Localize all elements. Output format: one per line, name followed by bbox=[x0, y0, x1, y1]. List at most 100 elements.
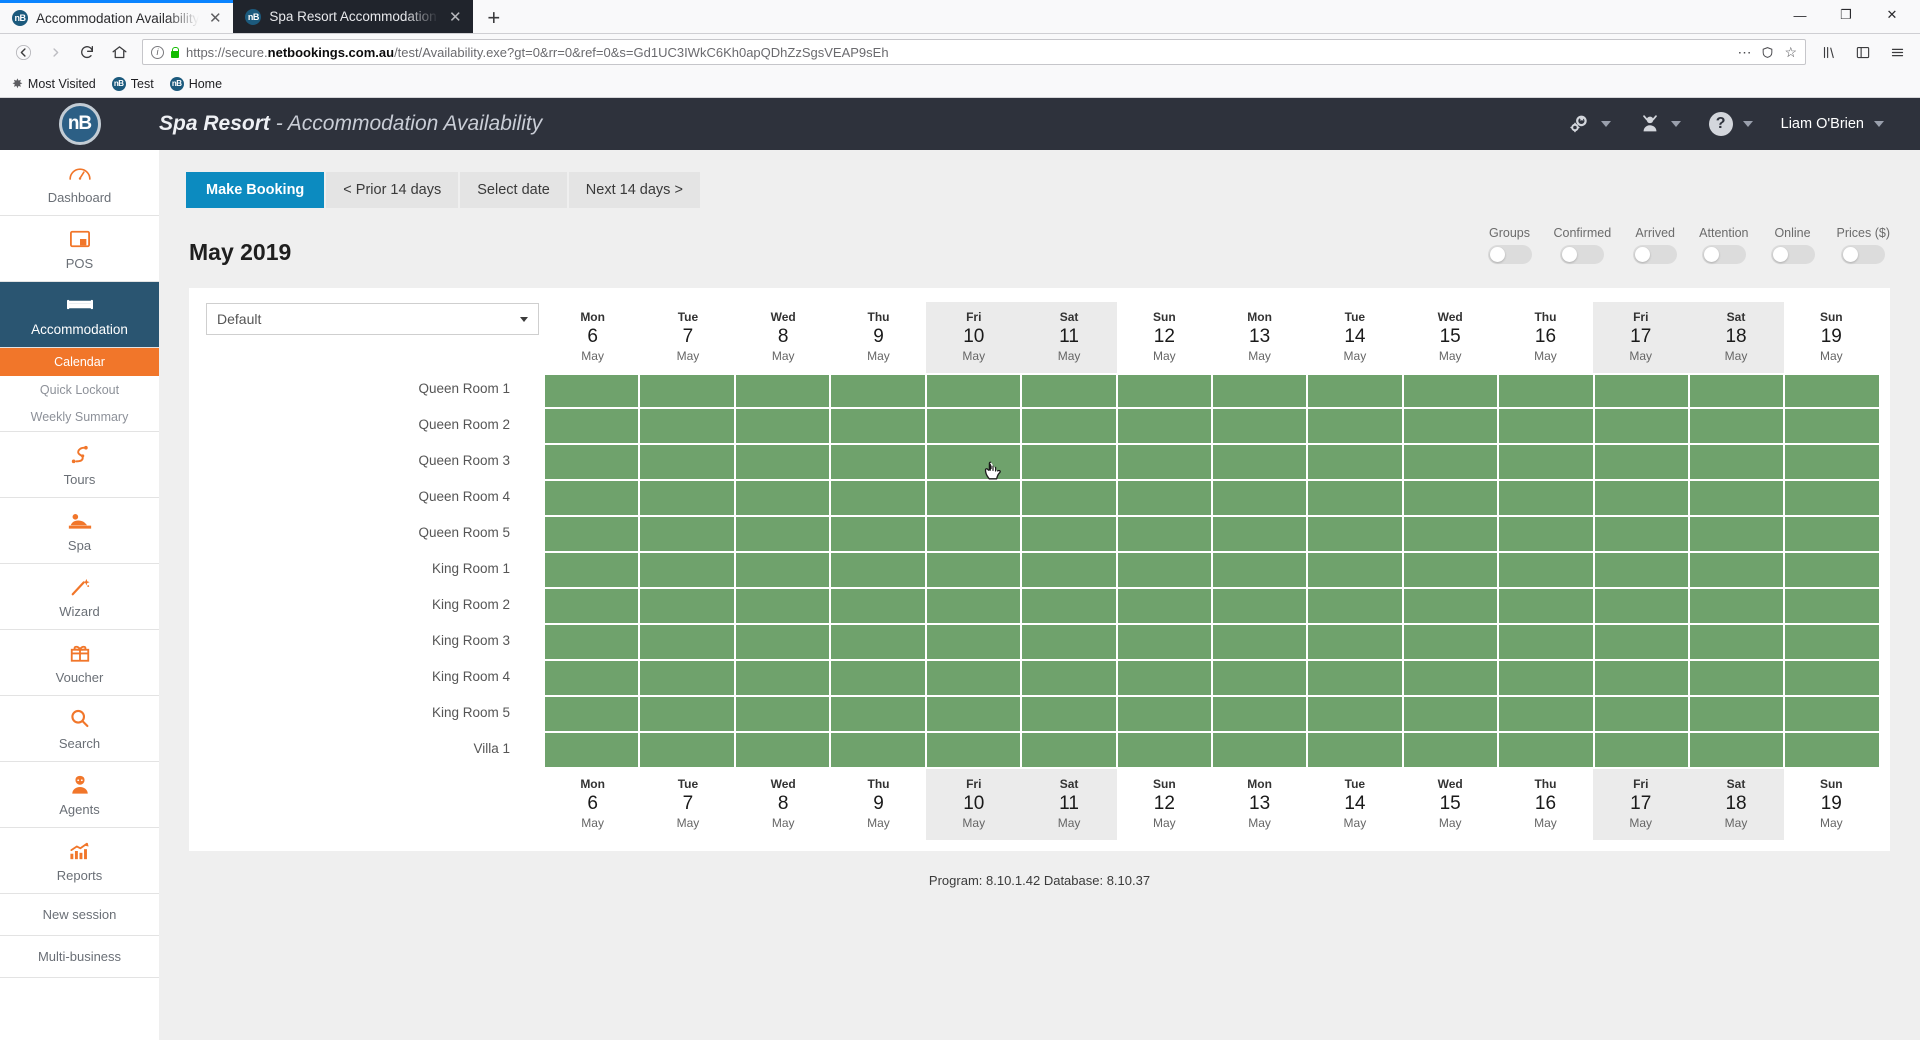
tab-close-icon[interactable]: ✕ bbox=[447, 8, 463, 26]
availability-cell[interactable] bbox=[1594, 661, 1691, 697]
availability-cell[interactable] bbox=[926, 661, 1023, 697]
view-select[interactable]: Default bbox=[206, 303, 539, 335]
availability-cell[interactable] bbox=[1690, 553, 1786, 589]
availability-cell[interactable] bbox=[926, 517, 1023, 553]
availability-cell[interactable] bbox=[1403, 625, 1500, 661]
date-column-header[interactable]: Mon 13 May bbox=[1212, 302, 1307, 373]
browser-tab-2[interactable]: nB Spa Resort Accommodation C ✕ bbox=[233, 0, 474, 33]
availability-cell[interactable] bbox=[545, 589, 641, 625]
availability-cell[interactable] bbox=[831, 589, 927, 625]
availability-cell[interactable] bbox=[1403, 733, 1500, 769]
sidebar-item-wizard[interactable]: Wizard bbox=[0, 564, 159, 630]
availability-cell[interactable] bbox=[1594, 517, 1691, 553]
availability-cell[interactable] bbox=[640, 733, 736, 769]
room-name[interactable]: Villa 1 bbox=[200, 730, 545, 766]
select-date-button[interactable]: Select date bbox=[460, 172, 567, 208]
availability-cell[interactable] bbox=[1308, 625, 1404, 661]
date-column-header[interactable]: Sat 11 May bbox=[1021, 302, 1117, 373]
availability-cell[interactable] bbox=[1403, 517, 1500, 553]
availability-cell[interactable] bbox=[1117, 481, 1213, 517]
room-name[interactable]: King Room 2 bbox=[200, 586, 545, 622]
availability-cell[interactable] bbox=[1690, 517, 1786, 553]
sidebar-item-multi-business[interactable]: Multi-business bbox=[0, 936, 159, 978]
availability-cell[interactable] bbox=[1308, 589, 1404, 625]
availability-cell[interactable] bbox=[1308, 409, 1404, 445]
availability-cell[interactable] bbox=[831, 625, 927, 661]
availability-cell[interactable] bbox=[1785, 373, 1879, 409]
back-button[interactable] bbox=[8, 38, 38, 66]
date-column-header[interactable]: Fri 17 May bbox=[1593, 302, 1689, 373]
room-name[interactable]: King Room 3 bbox=[200, 622, 545, 658]
availability-cell[interactable] bbox=[926, 409, 1023, 445]
availability-cell[interactable] bbox=[545, 481, 641, 517]
availability-cell[interactable] bbox=[735, 589, 832, 625]
room-name[interactable]: Queen Room 2 bbox=[200, 406, 545, 442]
date-column-header[interactable]: Tue 7 May bbox=[640, 302, 735, 373]
availability-cell[interactable] bbox=[1308, 553, 1404, 589]
tracking-protection-icon[interactable] bbox=[1761, 45, 1774, 60]
availability-cell[interactable] bbox=[1499, 733, 1595, 769]
toggle-switch[interactable] bbox=[1560, 245, 1605, 264]
sidebar-item-search[interactable]: Search bbox=[0, 696, 159, 762]
availability-cell[interactable] bbox=[1022, 625, 1118, 661]
availability-cell[interactable] bbox=[1499, 625, 1595, 661]
availability-cell[interactable] bbox=[1594, 373, 1691, 409]
new-tab-button[interactable]: + bbox=[473, 3, 514, 33]
page-actions-icon[interactable]: ⋯ bbox=[1737, 44, 1751, 61]
settings-menu[interactable] bbox=[1555, 98, 1623, 150]
help-menu[interactable]: ? bbox=[1697, 98, 1765, 150]
availability-cell[interactable] bbox=[1785, 697, 1879, 733]
forward-button[interactable] bbox=[40, 38, 70, 66]
date-column-header[interactable]: Thu 16 May bbox=[1498, 302, 1593, 373]
availability-cell[interactable] bbox=[1117, 445, 1213, 481]
availability-cell[interactable] bbox=[1212, 625, 1309, 661]
availability-cell[interactable] bbox=[926, 373, 1023, 409]
availability-cell[interactable] bbox=[640, 373, 736, 409]
availability-cell[interactable] bbox=[1117, 733, 1213, 769]
availability-cell[interactable] bbox=[1690, 733, 1786, 769]
availability-cell[interactable] bbox=[926, 445, 1023, 481]
availability-cell[interactable] bbox=[1499, 445, 1595, 481]
logo-area[interactable]: nB bbox=[0, 98, 159, 150]
date-column-header[interactable]: Sun 12 May bbox=[1117, 769, 1212, 840]
availability-cell[interactable] bbox=[545, 517, 641, 553]
availability-cell[interactable] bbox=[640, 445, 736, 481]
date-column-header[interactable]: Mon 6 May bbox=[545, 769, 640, 840]
date-column-header[interactable]: Wed 8 May bbox=[736, 769, 831, 840]
availability-cell[interactable] bbox=[735, 697, 832, 733]
date-column-header[interactable]: Wed 15 May bbox=[1403, 769, 1498, 840]
minimize-button[interactable]: — bbox=[1778, 1, 1822, 29]
availability-cell[interactable] bbox=[735, 445, 832, 481]
availability-cell[interactable] bbox=[1690, 373, 1786, 409]
bookmark-home[interactable]: nB Home bbox=[169, 76, 222, 91]
availability-cell[interactable] bbox=[1594, 553, 1691, 589]
availability-cell[interactable] bbox=[831, 661, 927, 697]
home-button[interactable] bbox=[104, 38, 134, 66]
availability-cell[interactable] bbox=[1117, 553, 1213, 589]
room-name[interactable]: Queen Room 1 bbox=[200, 370, 545, 406]
toggle-arrived[interactable]: Arrived bbox=[1633, 226, 1678, 264]
sidebar-item-reports[interactable]: Reports bbox=[0, 828, 159, 894]
availability-cell[interactable] bbox=[831, 733, 927, 769]
site-identity[interactable]: i bbox=[151, 45, 180, 59]
availability-cell[interactable] bbox=[1212, 445, 1309, 481]
date-column-header[interactable]: Sat 18 May bbox=[1688, 302, 1784, 373]
availability-cell[interactable] bbox=[1117, 517, 1213, 553]
date-column-header[interactable]: Fri 17 May bbox=[1593, 769, 1689, 840]
availability-cell[interactable] bbox=[640, 697, 736, 733]
availability-cell[interactable] bbox=[1212, 409, 1309, 445]
availability-cell[interactable] bbox=[640, 625, 736, 661]
availability-cell[interactable] bbox=[1594, 409, 1691, 445]
availability-cell[interactable] bbox=[1022, 517, 1118, 553]
toggle-switch[interactable] bbox=[1770, 245, 1815, 264]
user-menu[interactable]: Liam O'Brien bbox=[1769, 98, 1896, 150]
availability-cell[interactable] bbox=[1690, 625, 1786, 661]
availability-cell[interactable] bbox=[1308, 481, 1404, 517]
availability-cell[interactable] bbox=[1403, 697, 1500, 733]
page-info-icon[interactable]: i bbox=[151, 45, 164, 59]
availability-cell[interactable] bbox=[1117, 661, 1213, 697]
bookmark-most-visited[interactable]: ✸ Most Visited bbox=[12, 76, 96, 92]
date-column-header[interactable]: Sat 18 May bbox=[1688, 769, 1784, 840]
availability-cell[interactable] bbox=[1212, 733, 1309, 769]
toggle-attention[interactable]: Attention bbox=[1699, 226, 1749, 264]
